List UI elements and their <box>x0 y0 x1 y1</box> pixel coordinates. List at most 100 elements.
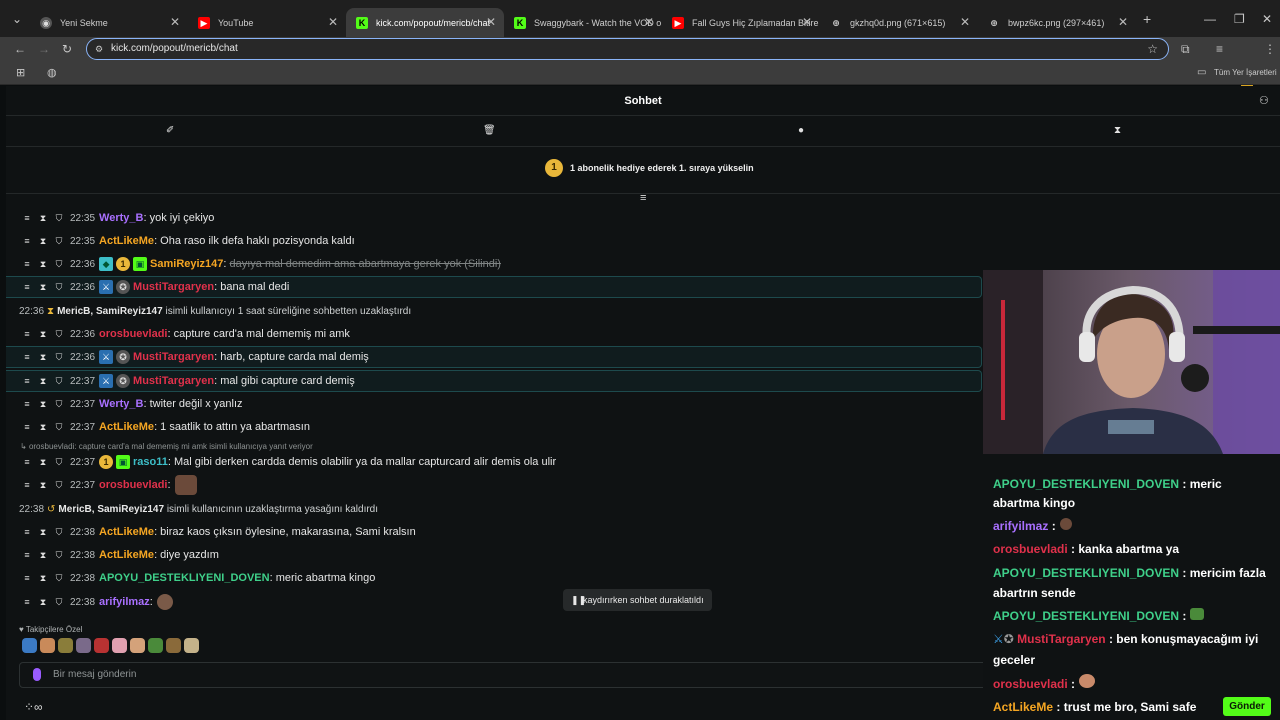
chat-message[interactable]: ≡ ⧗ ⛉ 22:36 orosbuevladi: capture card'a m… <box>6 323 982 345</box>
chat-message[interactable]: ≡ ⧗ ⛉ 22:37 ActLikeMe: 1 saatlik to attın … <box>6 416 982 438</box>
emote-image[interactable] <box>58 638 73 653</box>
tab-bwpz6kc[interactable]: ⊕ bwpz6kc.png (297×461) ✕ <box>978 8 1136 38</box>
timeout-icon[interactable]: ⧗ <box>38 573 48 584</box>
pinned-toggle-icon[interactable]: ≡ <box>640 192 646 204</box>
username[interactable]: Werty_B <box>99 398 143 410</box>
close-icon[interactable]: ✕ <box>486 15 496 29</box>
restore-icon[interactable]: ❐ <box>1234 12 1245 26</box>
shield-icon[interactable]: ⛉ <box>54 480 64 491</box>
url-input[interactable]: ⚙ kick.com/popout/mericb/chat ☆ <box>86 38 1169 60</box>
close-icon[interactable]: ✕ <box>644 15 654 29</box>
shield-icon[interactable]: ⛉ <box>54 457 64 468</box>
shield-icon[interactable]: ⛉ <box>54 213 64 224</box>
chat-message[interactable]: ≡ ⧗ ⛉ 22:38 ActLikeMe: biraz kaos çıksın ö… <box>6 521 982 543</box>
reload-icon[interactable]: ↻ <box>62 42 72 56</box>
timeout-icon[interactable]: ⧗ <box>38 597 48 608</box>
chat-bubble-icon[interactable]: ● <box>798 125 804 136</box>
timeout-icon[interactable]: ⧗ <box>38 527 48 538</box>
emote-image[interactable] <box>130 638 145 653</box>
shield-icon[interactable]: ⛉ <box>54 550 64 561</box>
shield-icon[interactable]: ⛉ <box>54 422 64 433</box>
timeout-icon[interactable]: ⧗ <box>38 376 48 387</box>
timeout-icon[interactable]: ⧗ <box>38 236 48 247</box>
chat-message[interactable]: ≡ ⧗ ⛉ 22:37 ⚔ ✪ MustiTargaryen: mal gibi ca… <box>6 370 982 392</box>
user-settings-icon[interactable]: ⚇ <box>1259 94 1269 107</box>
emote-image[interactable] <box>166 638 181 653</box>
shield-icon[interactable]: ⛉ <box>54 236 64 247</box>
emote-image[interactable] <box>76 638 91 653</box>
extensions-icon[interactable]: ⧉ <box>1181 42 1190 56</box>
menu-icon[interactable]: ≡ <box>22 259 32 269</box>
chat-message[interactable]: ≡ ⧗ ⛉ 22:37 1 ▣ raso11: Mal gibi derken car… <box>6 451 982 473</box>
chat-message[interactable]: ≡ ⧗ ⛉ 22:38 APOYU_DESTEKLIYENI_DOVEN: meri… <box>6 567 982 589</box>
close-icon[interactable]: ✕ <box>960 15 970 29</box>
all-bookmarks-link[interactable]: Tüm Yer İşaretleri <box>1214 68 1277 77</box>
close-icon[interactable]: ✕ <box>328 15 338 29</box>
chat-message[interactable]: ≡ ⧗ ⛉ 22:38 arifyilmaz: <box>6 591 982 613</box>
menu-icon[interactable]: ≡ <box>22 399 32 409</box>
chat-message[interactable]: ≡ ⧗ ⛉ 22:36 ⚔ ✪ MustiTargaryen: bana mal de… <box>6 276 982 298</box>
tab-gkzhq0d[interactable]: ⊕ gkzhq0d.png (671×615) ✕ <box>820 8 978 38</box>
chat-message[interactable]: ≡ ⧗ ⛉ 22:37 orosbuevladi: <box>6 474 982 496</box>
menu-icon[interactable]: ≡ <box>22 573 32 583</box>
menu-icon[interactable]: ≡ <box>22 236 32 246</box>
username[interactable]: ActLikeMe <box>99 526 154 538</box>
send-button[interactable]: Gönder <box>1223 697 1271 716</box>
shield-icon[interactable]: ⛉ <box>54 376 64 387</box>
forward-arrow-icon[interactable]: → <box>38 42 50 56</box>
new-tab-plus-icon[interactable]: + <box>1143 12 1151 26</box>
username[interactable]: MustiTargaryen <box>133 375 214 387</box>
chat-message[interactable]: ≡ ⧗ ⛉ 22:35 ActLikeMe: Oha raso ilk defa h… <box>6 230 982 252</box>
chat-message[interactable]: ≡ ⧗ ⛉ 22:35 Werty_B: yok iyi çekiyo <box>6 207 982 229</box>
menu-icon[interactable]: ≡ <box>22 480 32 490</box>
timeout-icon[interactable]: ⧗ <box>38 329 48 340</box>
menu-icon[interactable]: ≡ <box>22 550 32 560</box>
bookmark-star-icon[interactable]: ☆ <box>1147 39 1158 59</box>
tab-new-tab[interactable]: ◉ Yeni Sekme ✕ <box>30 8 188 38</box>
username[interactable]: orosbuevladi <box>99 328 167 340</box>
menu-dots-icon[interactable]: ⋮ <box>1264 42 1276 56</box>
bookmark-globe-icon[interactable]: ◍ <box>47 66 57 80</box>
minimize-icon[interactable]: — <box>1204 12 1216 26</box>
reply-reference[interactable]: ↳ orosbuevladi: capture card'a mal demem… <box>20 442 313 451</box>
media-control-icon[interactable]: ≡ <box>1216 42 1223 56</box>
tab-kick-chat[interactable]: Kkick.com/popout/mericb/chat ✕ <box>346 8 504 38</box>
username[interactable]: MustiTargaryen <box>133 351 214 363</box>
emote-image[interactable] <box>40 638 55 653</box>
apps-grid-icon[interactable]: ⊞ <box>16 66 25 80</box>
timeout-icon[interactable]: ⧗ <box>38 259 48 270</box>
emote-image[interactable] <box>94 638 109 653</box>
shield-icon[interactable]: ⛉ <box>54 329 64 340</box>
menu-icon[interactable]: ≡ <box>22 282 32 292</box>
menu-icon[interactable]: ≡ <box>22 597 32 607</box>
menu-icon[interactable]: ≡ <box>22 352 32 362</box>
username[interactable]: SamiReyiz147 <box>150 258 223 270</box>
username[interactable]: ActLikeMe <box>99 549 154 561</box>
shield-icon[interactable]: ⛉ <box>54 282 64 293</box>
shield-icon[interactable]: ⛉ <box>54 527 64 538</box>
shield-icon[interactable]: ⛉ <box>54 597 64 608</box>
username[interactable]: MustiTargaryen <box>133 281 214 293</box>
pin-icon[interactable]: ✐ <box>166 125 174 136</box>
tab-search-icon[interactable]: ⌄ <box>12 12 22 26</box>
emote-image[interactable] <box>184 638 199 653</box>
menu-icon[interactable]: ≡ <box>22 213 32 223</box>
shield-icon[interactable]: ⛉ <box>54 259 64 270</box>
shield-icon[interactable]: ⛉ <box>54 352 64 363</box>
timeout-icon[interactable]: ⧗ <box>38 282 48 293</box>
timeout-icon[interactable]: ⧗ <box>38 399 48 410</box>
emote-image[interactable] <box>156 594 173 610</box>
emote-image[interactable] <box>22 638 37 653</box>
back-arrow-icon[interactable]: ← <box>14 42 26 56</box>
microphone-icon[interactable] <box>33 668 41 681</box>
menu-icon[interactable]: ≡ <box>22 329 32 339</box>
close-icon[interactable]: ✕ <box>802 15 812 29</box>
close-icon[interactable]: ✕ <box>170 15 180 29</box>
username[interactable]: ActLikeMe <box>99 421 154 433</box>
settings-infinity-icon[interactable]: ⁘∞ <box>24 700 43 714</box>
close-icon[interactable]: ✕ <box>1118 15 1128 29</box>
username[interactable]: ActLikeMe <box>99 235 154 247</box>
menu-icon[interactable]: ≡ <box>22 457 32 467</box>
window-close-icon[interactable]: ✕ <box>1262 12 1272 26</box>
menu-icon[interactable]: ≡ <box>22 376 32 386</box>
